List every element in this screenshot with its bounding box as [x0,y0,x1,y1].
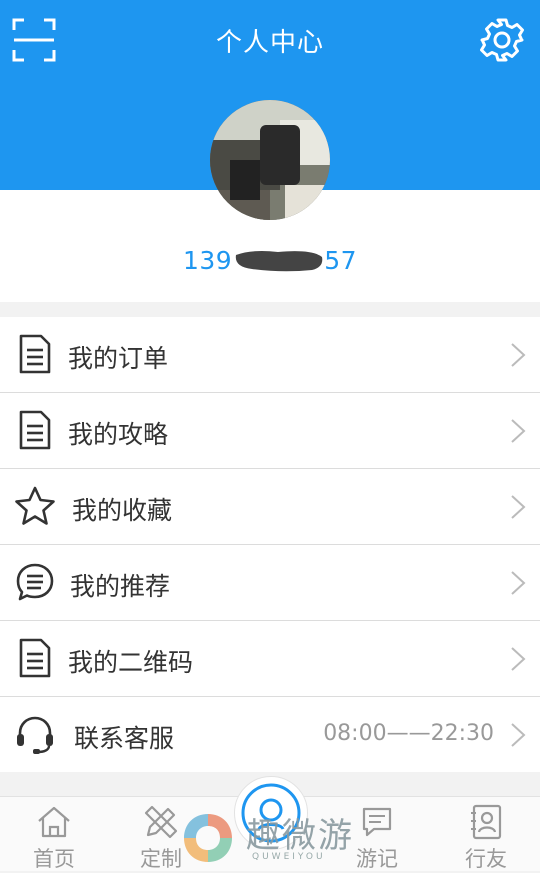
menu-label: 我的攻略 [68,420,169,449]
chevron-right-icon [511,723,526,747]
redaction-mask [232,247,324,273]
menu-label: 我的推荐 [70,572,171,601]
contact-card-icon [471,804,502,840]
phone-prefix: 139 [182,246,233,275]
tab-label: 行友 [465,847,507,871]
watermark-subtext: QUWEIYOU [252,852,326,862]
tab-companions[interactable]: 行友 [441,797,531,871]
menu-label: 我的二维码 [68,648,194,677]
menu-item-orders[interactable]: 我的订单 [0,317,540,393]
menu-label: 我的订单 [68,344,169,373]
document-icon [19,334,51,374]
tab-label: 首页 [33,847,75,871]
chevron-right-icon [511,343,526,367]
service-hours: 08:00——22:30 [323,721,494,746]
chevron-right-icon [511,571,526,595]
watermark: 趣微游 QUWEIYOU [176,800,366,870]
menu-list: 我的订单 我的攻略 我的收藏 我的推荐 我的二维码 联系客服 08:00——22… [0,317,540,772]
avatar[interactable] [210,100,330,220]
phone-number: 139 57 [0,246,540,275]
tab-home[interactable]: 首页 [9,797,99,871]
headset-icon [17,716,53,754]
chevron-right-icon [511,495,526,519]
chat-bubble-icon [16,563,54,601]
menu-item-favorites[interactable]: 我的收藏 [0,469,540,545]
menu-item-recommend[interactable]: 我的推荐 [0,545,540,621]
menu-label: 联系客服 [74,724,175,753]
chevron-right-icon [511,647,526,671]
menu-item-qrcode[interactable]: 我的二维码 [0,621,540,697]
home-icon [38,806,70,838]
document-icon [19,410,51,450]
page-title: 个人中心 [215,28,324,58]
gear-icon[interactable] [478,16,526,64]
menu-item-customer-service[interactable]: 联系客服 08:00——22:30 [0,697,540,772]
document-icon [19,638,51,678]
pencil-ruler-icon [144,805,178,839]
menu-item-guides[interactable]: 我的攻略 [0,393,540,469]
watermark-logo [184,814,232,862]
chevron-right-icon [511,419,526,443]
phone-suffix: 57 [324,246,358,275]
menu-label: 我的收藏 [72,496,173,525]
star-icon [15,486,55,525]
watermark-text: 趣微游 [246,816,354,856]
